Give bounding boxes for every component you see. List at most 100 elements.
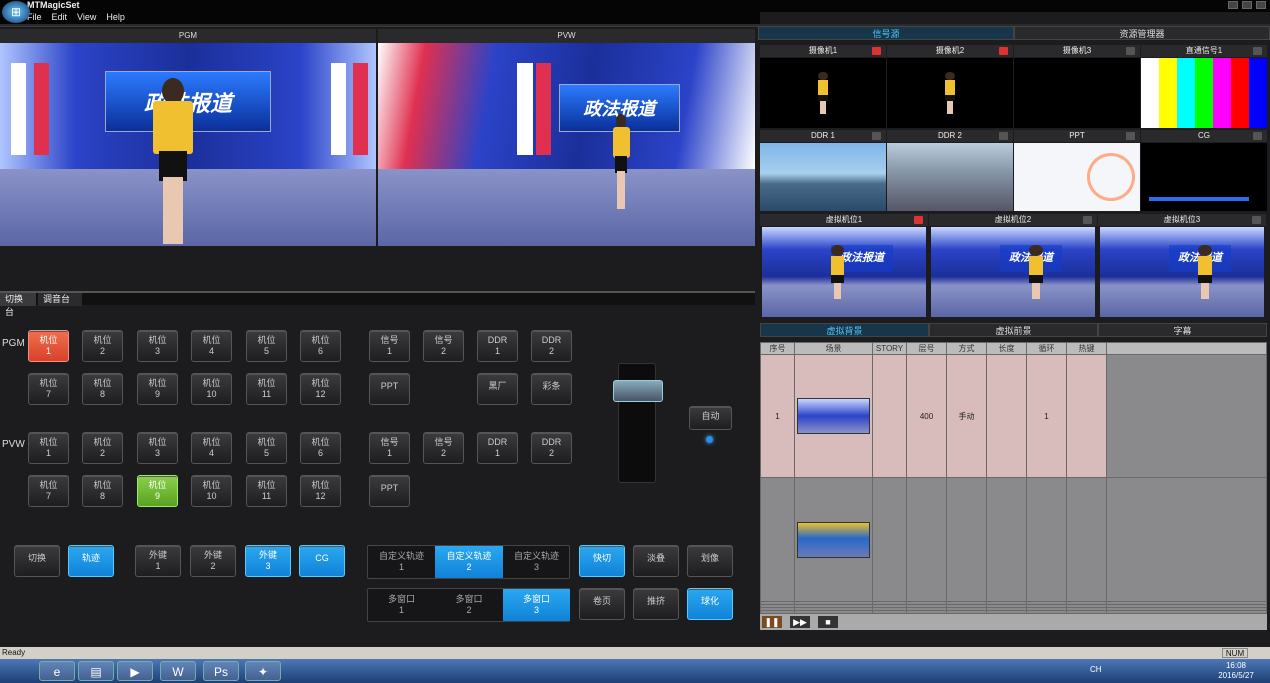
pgm-camera-6-button[interactable]: 机位 6 bbox=[300, 330, 341, 362]
pvw-signal-2-button[interactable]: 信号 2 bbox=[423, 432, 464, 464]
pvw-camera-7-button[interactable]: 机位 7 bbox=[28, 475, 69, 507]
button-label: DDR bbox=[541, 437, 562, 447]
photoshop-icon[interactable]: Ps bbox=[203, 661, 239, 681]
clock[interactable]: 16:08 2016/5/27 bbox=[1210, 661, 1262, 681]
app-icon[interactable]: ✦ bbox=[245, 661, 281, 681]
key-1-button[interactable]: 外键 1 bbox=[135, 545, 181, 577]
table-row[interactable] bbox=[760, 477, 1267, 602]
pvw-camera-1-button[interactable]: 机位 1 bbox=[28, 432, 69, 464]
key-2-button[interactable]: 外键 2 bbox=[190, 545, 236, 577]
pgm-camera-11-button[interactable]: 机位 11 bbox=[246, 373, 287, 405]
pvw-camera-12-button[interactable]: 机位 12 bbox=[300, 475, 341, 507]
tab-audio[interactable]: 调音台 bbox=[38, 293, 82, 306]
fade-button[interactable]: 淡叠 bbox=[633, 545, 679, 577]
tab-virtual-background[interactable]: 虚拟背景 bbox=[760, 323, 929, 337]
pvw-camera-5-button[interactable]: 机位 5 bbox=[246, 432, 287, 464]
pgm-camera-7-button[interactable]: 机位 7 bbox=[28, 373, 69, 405]
pvw-camera-10-button[interactable]: 机位 10 bbox=[191, 475, 232, 507]
button-label: 机位 bbox=[202, 378, 221, 388]
track-button[interactable]: 轨迹 bbox=[68, 545, 114, 577]
multi-window-2-button[interactable]: 多窗口 2 bbox=[435, 589, 503, 621]
tbar-handle[interactable] bbox=[613, 380, 663, 402]
pgm-camera-3-button[interactable]: 机位 3 bbox=[137, 330, 178, 362]
pvw-camera-9-button[interactable]: 机位 9 bbox=[137, 475, 178, 507]
pgm-camera-4-button[interactable]: 机位 4 bbox=[191, 330, 232, 362]
pvw-camera-11-button[interactable]: 机位 11 bbox=[246, 475, 287, 507]
custom-track-1-button[interactable]: 自定义轨迹 1 bbox=[368, 546, 435, 578]
custom-track-2-button[interactable]: 自定义轨迹 2 bbox=[435, 546, 503, 578]
tally-off-icon bbox=[1126, 132, 1135, 140]
folder-icon[interactable]: ▤ bbox=[78, 661, 114, 681]
pgm-camera-12-button[interactable]: 机位 12 bbox=[300, 373, 341, 405]
virtual-camera-1-preview[interactable]: 政法报道 bbox=[762, 227, 926, 317]
maximize-button[interactable] bbox=[1242, 1, 1252, 9]
pvw-ddr-2-button[interactable]: DDR 2 bbox=[531, 432, 572, 464]
sphere-button[interactable]: 球化 bbox=[687, 588, 733, 620]
pgm-camera-10-button[interactable]: 机位 10 bbox=[191, 373, 232, 405]
system-tray[interactable]: CH bbox=[1090, 665, 1102, 674]
menu-view[interactable]: View bbox=[77, 12, 96, 24]
virtual-camera-3-preview[interactable]: 政法报道 bbox=[1100, 227, 1264, 317]
pvw-camera-2-button[interactable]: 机位 2 bbox=[82, 432, 123, 464]
push-button[interactable]: 推挤 bbox=[633, 588, 679, 620]
pgm-ddr-1-button[interactable]: DDR 1 bbox=[477, 330, 518, 362]
start-button[interactable]: ⊞ bbox=[2, 1, 30, 23]
camera-2-preview[interactable] bbox=[887, 58, 1013, 128]
pvw-camera-6-button[interactable]: 机位 6 bbox=[300, 432, 341, 464]
direct-signal-preview[interactable] bbox=[1141, 58, 1267, 128]
custom-track-3-button[interactable]: 自定义轨迹 3 bbox=[503, 546, 570, 578]
pgm-colorbars-button[interactable]: 彩条 bbox=[531, 373, 572, 405]
pvw-camera-3-button[interactable]: 机位 3 bbox=[137, 432, 178, 464]
button-label: 多窗口 bbox=[387, 594, 415, 604]
fast-forward-button[interactable]: ▶▶ bbox=[790, 616, 810, 628]
wipe-button[interactable]: 划像 bbox=[687, 545, 733, 577]
auto-button[interactable]: 自动 bbox=[689, 406, 732, 430]
pvw-ppt-button[interactable]: PPT bbox=[369, 475, 410, 507]
multi-window-1-button[interactable]: 多窗口 1 bbox=[368, 589, 435, 621]
virtual-camera-2-preview[interactable]: 政法报道 bbox=[931, 227, 1095, 317]
pgm-signal-2-button[interactable]: 信号 2 bbox=[423, 330, 464, 362]
word-icon[interactable]: W bbox=[160, 661, 196, 681]
button-label: 机位 bbox=[93, 480, 112, 490]
tab-virtual-foreground[interactable]: 虚拟前景 bbox=[929, 323, 1098, 337]
media-player-icon[interactable]: ▶ bbox=[117, 661, 153, 681]
stop-button[interactable]: ■ bbox=[818, 616, 838, 628]
pvw-camera-8-button[interactable]: 机位 8 bbox=[82, 475, 123, 507]
ppt-preview[interactable] bbox=[1014, 143, 1140, 211]
multi-window-3-button[interactable]: 多窗口 3 bbox=[503, 589, 570, 621]
pgm-ppt-button[interactable]: PPT bbox=[369, 373, 410, 405]
minimize-button[interactable] bbox=[1228, 1, 1238, 9]
tab-resource-manager[interactable]: 资源管理器 bbox=[1014, 26, 1270, 40]
menu-edit[interactable]: Edit bbox=[52, 12, 68, 24]
cg-button[interactable]: CG bbox=[299, 545, 345, 577]
cg-preview[interactable] bbox=[1141, 143, 1267, 211]
pgm-camera-5-button[interactable]: 机位 5 bbox=[246, 330, 287, 362]
pgm-camera-2-button[interactable]: 机位 2 bbox=[82, 330, 123, 362]
pgm-camera-8-button[interactable]: 机位 8 bbox=[82, 373, 123, 405]
page-turn-button[interactable]: 卷页 bbox=[579, 588, 625, 620]
close-button[interactable] bbox=[1256, 1, 1266, 9]
pgm-ddr-2-button[interactable]: DDR 2 bbox=[531, 330, 572, 362]
fast-cut-button[interactable]: 快切 bbox=[579, 545, 625, 577]
pause-button[interactable]: ❚❚ bbox=[762, 616, 782, 628]
pvw-ddr-1-button[interactable]: DDR 1 bbox=[477, 432, 518, 464]
cut-button[interactable]: 切换 bbox=[14, 545, 60, 577]
menu-help[interactable]: Help bbox=[106, 12, 125, 24]
pgm-camera-9-button[interactable]: 机位 9 bbox=[137, 373, 178, 405]
ddr-1-preview[interactable] bbox=[760, 143, 886, 211]
tab-subtitles[interactable]: 字幕 bbox=[1098, 323, 1267, 337]
key-3-button[interactable]: 外键 3 bbox=[245, 545, 291, 577]
pvw-signal-1-button[interactable]: 信号 1 bbox=[369, 432, 410, 464]
pgm-signal-1-button[interactable]: 信号 1 bbox=[369, 330, 410, 362]
tab-signal-source[interactable]: 信号源 bbox=[758, 26, 1014, 40]
tab-switcher[interactable]: 切换台 bbox=[0, 293, 36, 317]
button-label: 机位 bbox=[202, 335, 221, 345]
table-row[interactable]: 1 400 手动 1 bbox=[760, 353, 1267, 479]
ddr-2-preview[interactable] bbox=[887, 143, 1013, 211]
ie-icon[interactable]: e bbox=[39, 661, 75, 681]
pgm-black-button[interactable]: 黑厂 bbox=[477, 373, 518, 405]
camera-1-preview[interactable] bbox=[760, 58, 886, 128]
camera-3-preview[interactable] bbox=[1014, 58, 1140, 128]
pgm-camera-1-button[interactable]: 机位 1 bbox=[28, 330, 69, 362]
pvw-camera-4-button[interactable]: 机位 4 bbox=[191, 432, 232, 464]
